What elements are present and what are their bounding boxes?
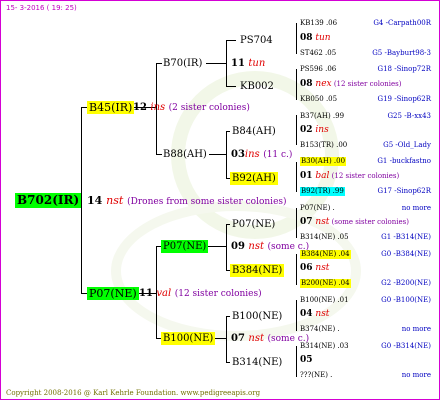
ancestor-queen[interactable]: B200(NE) .04 [300, 279, 351, 288]
ancestor-origin: G25 -B-xx43 [387, 112, 431, 120]
ancestor-queen[interactable]: P07(NE) . [300, 204, 335, 213]
root-queen[interactable]: B702(IR) [15, 193, 82, 208]
ancestor-detail: 07 nst (some sister colonies) [300, 218, 409, 227]
ancestor-detail: 08 tun [300, 34, 331, 43]
dam-queen[interactable]: P07(NE) [87, 287, 139, 300]
tree-line [296, 254, 297, 285]
ancestor-sisters: (some sister colonies) [329, 218, 409, 226]
ancestor-origin: G17 -Sinop62R [377, 187, 431, 195]
tree-line [226, 86, 236, 87]
queen-b100[interactable]: B100(NE) [161, 332, 216, 345]
ancestor-number: 07 [300, 217, 313, 227]
ancestor-mark: nst [312, 309, 330, 319]
pedigree-chart: 15- 3-2016 ( 19: 25) B702(IR) 14 nst (Dr… [0, 0, 440, 400]
queen-kb002[interactable]: KB002 [238, 80, 276, 93]
ancestor-number: 04 [300, 309, 313, 319]
ancestor-origin: no more [401, 204, 431, 212]
ancestor-mark: ins [312, 125, 329, 135]
ancestor-origin: G19 -Sinop62R [377, 95, 431, 103]
ancestor-queen[interactable]: B314(NE) .03 [300, 342, 349, 351]
b100-detail: 07 nst (some c.) [231, 333, 310, 344]
ancestor-queen[interactable]: ST462 .05 [300, 49, 336, 58]
queen-p07-sire-line[interactable]: P07(NE) [161, 240, 209, 253]
ancestor-origin: G5 -Bayburt98-3 [372, 49, 431, 57]
ancestor-origin: G0 -B100(NE) [381, 296, 431, 304]
tree-line [209, 154, 227, 155]
queen-b70[interactable]: B70(IR) [161, 57, 204, 70]
ancestor-queen[interactable]: B37(AH) .99 [300, 112, 344, 121]
b70-detail: 11 tun [231, 58, 266, 69]
ancestor-detail: 08 nex (12 sister colonies) [300, 80, 401, 89]
root-detail: 14 nst (Drones from some sister colonies… [87, 194, 287, 208]
queen-p07[interactable]: P07(NE) [230, 218, 277, 231]
ancestor-origin: G18 -Sinop72R [377, 65, 431, 73]
copyright-footer: Copyright 2008-2016 @ Karl Kehrle Founda… [6, 389, 261, 397]
queen-b84[interactable]: B84(AH) [230, 125, 278, 138]
ancestor-queen[interactable]: KB050 .05 [300, 95, 337, 104]
ancestor-queen[interactable]: B314(NE) .05 [300, 233, 349, 242]
ancestor-detail: 06 nst [300, 264, 329, 273]
dam-detail: 11 val (12 sister colonies) [139, 288, 262, 299]
tree-line [226, 224, 227, 270]
ancestor-number: 05 [300, 355, 313, 365]
queen-b88[interactable]: B88(AH) [161, 148, 209, 161]
ancestor-origin: no more [401, 371, 431, 379]
ancestor-queen[interactable]: KB139 .06 [300, 19, 337, 28]
ancestor-mark: nst [312, 217, 330, 227]
tree-line [296, 69, 297, 100]
ancestor-number: 06 [300, 263, 313, 273]
ancestor-queen[interactable]: B374(NE) . [300, 325, 340, 334]
tree-line [226, 40, 236, 41]
ancestor-origin: G4 -Carpath00R [373, 19, 431, 27]
p07-detail: 09 nst (some c.) [231, 241, 310, 252]
tree-line [296, 346, 297, 377]
ancestor-queen[interactable]: B92(TR) .99 [300, 187, 345, 196]
ancestor-queen[interactable]: B100(NE) .01 [300, 296, 349, 305]
ancestor-detail: 05 [300, 356, 313, 365]
queen-b92[interactable]: B92(AH) [230, 172, 278, 185]
ancestor-origin: G1 -buckfastno [377, 157, 431, 165]
b88-detail: 03ins (11 c.) [231, 149, 293, 160]
ancestor-origin: G5 -Old_Lady [383, 141, 431, 149]
ancestor-mark: nex [312, 79, 332, 89]
queen-b384[interactable]: B384(NE) [230, 264, 285, 277]
ancestor-sisters: (12 sister colonies) [331, 80, 402, 88]
timestamp: 15- 3-2016 ( 19: 25) [6, 4, 77, 12]
ancestor-origin: G1 -B314(NE) [381, 233, 431, 241]
tree-line [206, 63, 227, 64]
ancestor-queen[interactable]: B30(AH) .00 [300, 157, 347, 166]
sire-queen[interactable]: B45(IR) [87, 101, 135, 114]
queen-ps704[interactable]: PS704 [238, 34, 275, 47]
ancestor-mark: nst [312, 263, 330, 273]
tree-line [226, 316, 227, 362]
ancestor-detail: 04 nst [300, 310, 329, 319]
ancestor-mark: bal [312, 171, 330, 181]
tree-line [296, 208, 297, 238]
ancestor-queen[interactable]: PS596 .06 [300, 65, 336, 74]
ancestor-queen[interactable]: ???(NE) . [300, 371, 332, 380]
ancestor-origin: G2 -B200(NE) [381, 279, 431, 287]
tree-line [296, 23, 297, 54]
ancestor-queen[interactable]: B153(TR) .00 [300, 141, 347, 150]
queen-b100-g3[interactable]: B100(NE) [230, 310, 284, 323]
ancestor-sisters: (12 sister colonies) [329, 172, 400, 180]
tree-line [296, 300, 297, 331]
ancestor-number: 08 [300, 33, 313, 43]
queen-b314[interactable]: B314(NE) [230, 356, 284, 369]
ancestor-mark: tun [312, 33, 331, 43]
tree-line [296, 115, 297, 145]
ancestor-origin: no more [401, 325, 431, 333]
ancestor-detail: 02 ins [300, 126, 329, 135]
ancestor-queen[interactable]: B384(NE) .04 [300, 250, 351, 259]
sire-detail: 12 ins (2 sister colonies) [133, 102, 250, 113]
ancestor-origin: G0 -B384(NE) [381, 250, 431, 258]
ancestor-number: 08 [300, 79, 313, 89]
ancestor-detail: 01 bal (12 sister colonies) [300, 172, 399, 181]
tree-line [207, 246, 227, 247]
ancestor-number: 01 [300, 171, 313, 181]
tree-line [296, 162, 297, 192]
ancestor-number: 02 [300, 125, 313, 135]
ancestor-origin: G0 -B314(NE) [381, 342, 431, 350]
